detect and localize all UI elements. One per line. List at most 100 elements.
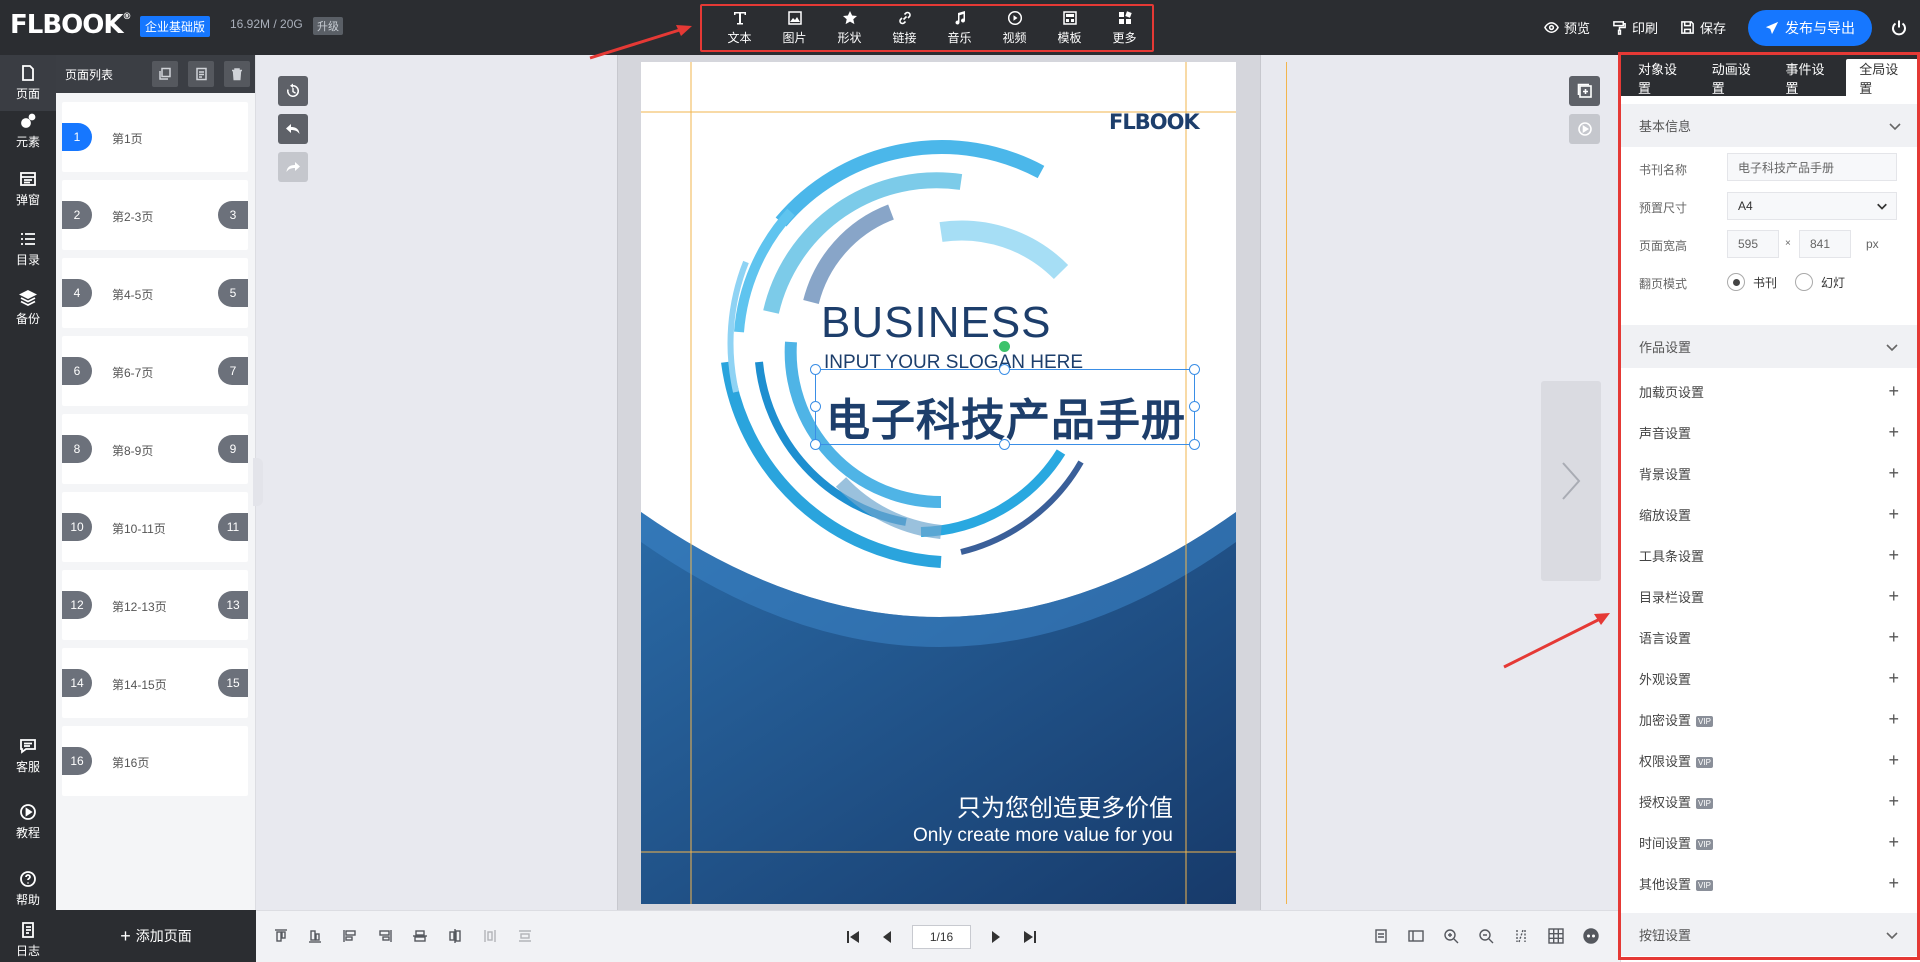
setting-row[interactable]: 目录栏设置 + bbox=[1621, 576, 1917, 616]
setting-row[interactable]: 权限设置 VIP + bbox=[1621, 740, 1917, 780]
tab-object-settings[interactable]: 对象设置 bbox=[1625, 59, 1699, 96]
page-thumbnail[interactable]: 4 第4-5页 5 bbox=[62, 258, 248, 328]
tool-music[interactable]: 音乐 bbox=[932, 6, 987, 50]
book-name-input[interactable]: 电子科技产品手册 bbox=[1727, 153, 1897, 181]
resize-handle[interactable] bbox=[1189, 401, 1200, 412]
resize-handle[interactable] bbox=[810, 439, 821, 450]
setting-row[interactable]: 外观设置 + bbox=[1621, 658, 1917, 698]
selection-box[interactable] bbox=[815, 369, 1195, 445]
logout-button[interactable] bbox=[1890, 19, 1908, 37]
tool-shape[interactable]: 形状 bbox=[822, 6, 877, 50]
flip-mode-book-radio[interactable]: 书刊 bbox=[1727, 273, 1777, 291]
tagline-cn[interactable]: 只为您创造更多价值 bbox=[957, 788, 1173, 823]
setting-row[interactable]: 工具条设置 + bbox=[1621, 535, 1917, 575]
tab-event-settings[interactable]: 事件设置 bbox=[1773, 59, 1847, 96]
play-preview-button[interactable] bbox=[1569, 114, 1600, 144]
assistant-button[interactable] bbox=[1582, 927, 1600, 945]
flip-mode-slide-radio[interactable]: 幻灯 bbox=[1795, 273, 1845, 291]
plus-icon[interactable]: + bbox=[1888, 709, 1899, 730]
publish-export-button[interactable]: 发布与导出 bbox=[1748, 9, 1872, 46]
nav-backup[interactable]: 备份 bbox=[0, 280, 56, 336]
nav-log[interactable]: 日志 bbox=[0, 912, 56, 962]
plus-icon[interactable]: + bbox=[1888, 422, 1899, 443]
tagline-en[interactable]: Only create more value for you bbox=[913, 825, 1173, 847]
print-button[interactable]: 印刷 bbox=[1612, 18, 1658, 37]
plus-icon[interactable]: + bbox=[1888, 750, 1899, 771]
zoom-out-button[interactable] bbox=[1477, 927, 1495, 945]
duplicate-page-button[interactable] bbox=[188, 61, 214, 87]
setting-row[interactable]: 其他设置 VIP + bbox=[1621, 863, 1917, 903]
page-thumbnail[interactable]: 14 第14-15页 15 bbox=[62, 648, 248, 718]
page-thumbnail[interactable]: 10 第10-11页 11 bbox=[62, 492, 248, 562]
preview-button[interactable]: 预览 bbox=[1544, 18, 1590, 37]
plus-icon[interactable]: + bbox=[1888, 791, 1899, 812]
tool-link[interactable]: 链接 bbox=[877, 6, 932, 50]
page-thumbnail[interactable]: 16 第16页 bbox=[62, 726, 248, 796]
plus-icon[interactable]: + bbox=[1888, 545, 1899, 566]
resize-handle[interactable] bbox=[1189, 439, 1200, 450]
tool-more[interactable]: 更多 bbox=[1097, 6, 1152, 50]
setting-row[interactable]: 声音设置 + bbox=[1621, 412, 1917, 452]
page-settings-button[interactable] bbox=[1372, 927, 1390, 945]
collapse-panel-handle[interactable] bbox=[253, 458, 263, 506]
page-width-input[interactable]: 595 bbox=[1727, 230, 1779, 258]
align-right-button[interactable] bbox=[376, 927, 394, 945]
copy-page-button[interactable] bbox=[152, 61, 178, 87]
upgrade-link[interactable]: 升级 bbox=[313, 17, 343, 35]
tab-animation-settings[interactable]: 动画设置 bbox=[1699, 59, 1773, 96]
guides-button[interactable] bbox=[1512, 927, 1530, 945]
page-number-input[interactable] bbox=[912, 925, 971, 949]
first-page-button[interactable] bbox=[836, 923, 870, 951]
nav-elements[interactable]: 元素 bbox=[0, 103, 56, 159]
setting-row[interactable]: 授权设置 VIP + bbox=[1621, 781, 1917, 821]
nav-help[interactable]: 帮助 bbox=[0, 861, 56, 917]
layout-button[interactable] bbox=[1407, 927, 1425, 945]
align-hcenter-button[interactable] bbox=[446, 927, 464, 945]
setting-row[interactable]: 缩放设置 + bbox=[1621, 494, 1917, 534]
plus-icon[interactable]: + bbox=[1888, 586, 1899, 607]
resize-handle[interactable] bbox=[999, 439, 1010, 450]
page-thumbnail[interactable]: 8 第8-9页 9 bbox=[62, 414, 248, 484]
resize-handle[interactable] bbox=[810, 364, 821, 375]
setting-row[interactable]: 时间设置 VIP + bbox=[1621, 822, 1917, 862]
plus-icon[interactable]: + bbox=[1888, 668, 1899, 689]
add-page-button[interactable]: + 添加页面 bbox=[56, 910, 256, 962]
tool-template[interactable]: 模板 bbox=[1042, 6, 1097, 50]
nav-popups[interactable]: 弹窗 bbox=[0, 161, 56, 217]
plus-icon[interactable]: + bbox=[1888, 504, 1899, 525]
nav-tutorial[interactable]: 教程 bbox=[0, 794, 56, 850]
prev-page-button[interactable] bbox=[870, 923, 904, 951]
resize-handle[interactable] bbox=[810, 401, 821, 412]
distribute-h-button[interactable] bbox=[481, 927, 499, 945]
add-layer-button[interactable] bbox=[1569, 76, 1600, 106]
zoom-in-button[interactable] bbox=[1442, 927, 1460, 945]
plus-icon[interactable]: + bbox=[1888, 873, 1899, 894]
align-left-button[interactable] bbox=[341, 927, 359, 945]
tool-text[interactable]: 文本 bbox=[712, 6, 767, 50]
next-page-button[interactable] bbox=[1541, 381, 1601, 581]
undo-button[interactable] bbox=[278, 114, 308, 144]
page-thumbnail[interactable]: 6 第6-7页 7 bbox=[62, 336, 248, 406]
setting-row[interactable]: 加密设置 VIP + bbox=[1621, 699, 1917, 739]
tool-image[interactable]: 图片 bbox=[767, 6, 822, 50]
section-work-settings[interactable]: 作品设置 bbox=[1621, 325, 1917, 368]
book-page[interactable]: FLBOOK BUSINESS INPUT YOUR SLOGAN HERE 电… bbox=[641, 62, 1236, 904]
page-height-input[interactable]: 841 bbox=[1799, 230, 1851, 258]
rotate-handle[interactable] bbox=[999, 341, 1010, 352]
nav-service[interactable]: 客服 bbox=[0, 728, 56, 784]
preset-size-select[interactable]: A4 bbox=[1727, 192, 1897, 220]
headline-text[interactable]: BUSINESS bbox=[821, 298, 1052, 348]
resize-handle[interactable] bbox=[1189, 364, 1200, 375]
setting-row[interactable]: 背景设置 + bbox=[1621, 453, 1917, 493]
save-button[interactable]: 保存 bbox=[1680, 18, 1726, 37]
plus-icon[interactable]: + bbox=[1888, 463, 1899, 484]
align-vcenter-button[interactable] bbox=[411, 927, 429, 945]
app-logo[interactable]: FLBOOK® bbox=[10, 10, 132, 40]
history-button[interactable] bbox=[278, 76, 308, 106]
plus-icon[interactable]: + bbox=[1888, 627, 1899, 648]
plus-icon[interactable]: + bbox=[1888, 381, 1899, 402]
align-top-button[interactable] bbox=[272, 927, 290, 945]
page-thumbnail[interactable]: 12 第12-13页 13 bbox=[62, 570, 248, 640]
tool-video[interactable]: 视频 bbox=[987, 6, 1042, 50]
next-page-nav-button[interactable] bbox=[979, 923, 1013, 951]
